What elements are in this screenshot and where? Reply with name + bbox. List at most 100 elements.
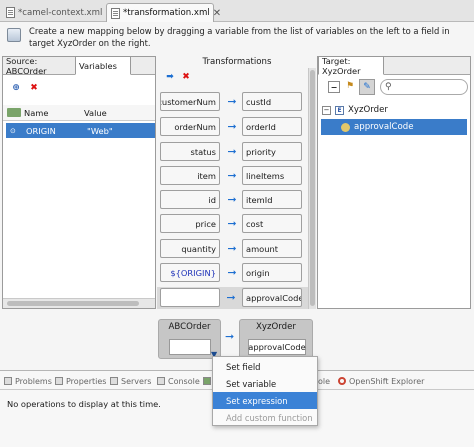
arrow-right-icon: ➞ xyxy=(227,95,237,108)
tab-variables[interactable]: Variables xyxy=(75,56,131,75)
target-tab-row: Target: XyzOrder xyxy=(318,56,470,76)
mapping-source-field[interactable]: status xyxy=(160,142,220,161)
horizontal-scrollbar[interactable] xyxy=(3,298,155,308)
mapping-source-field[interactable]: id xyxy=(160,190,220,209)
properties-icon xyxy=(55,377,63,385)
table-row[interactable]: ⊙ ORIGIN "Web" xyxy=(6,123,155,138)
mapping-target-field[interactable]: custId xyxy=(242,92,302,111)
arrow-right-icon: ➞ xyxy=(227,145,237,158)
editor-tab-camel-context[interactable]: *camel-context.xml xyxy=(2,3,105,22)
close-icon[interactable]: ✕ xyxy=(213,8,221,19)
search-icon: ⚲ xyxy=(385,82,392,92)
filter-icon[interactable]: ⚑ xyxy=(345,81,355,91)
mapping-row[interactable]: status ➞ priority xyxy=(158,142,308,162)
mapping-target-field[interactable]: orderId xyxy=(242,117,302,136)
search-input[interactable]: ⚲ xyxy=(380,79,468,95)
view-tab-problems[interactable]: Problems xyxy=(4,374,52,388)
view-tab-console-2[interactable]: ole xyxy=(318,374,330,388)
xml-file-icon xyxy=(6,7,15,18)
transformation-editor: Create a new mapping below by dragging a… xyxy=(0,22,474,314)
mapping-source-variable[interactable]: ${ORIGIN} xyxy=(160,263,220,282)
menu-item-set-variable[interactable]: Set variable xyxy=(213,375,317,392)
mapping-target-field[interactable]: origin xyxy=(242,263,302,282)
variable-column-icon xyxy=(7,108,21,117)
view-tab-servers[interactable]: Servers xyxy=(110,374,151,388)
mapping-source-field[interactable]: price xyxy=(160,214,220,233)
mapping-source-field[interactable] xyxy=(160,288,220,307)
view-tab-label: OpenShift Explorer xyxy=(349,376,425,386)
mapping-target-field[interactable]: approvalCode xyxy=(242,288,302,307)
mapping-target-field[interactable]: cost xyxy=(242,214,302,233)
view-tab-openshift-explorer[interactable]: OpenShift Explorer xyxy=(338,374,424,388)
mapping-source-field[interactable]: item xyxy=(160,166,220,185)
editor-tab-bar: *camel-context.xml *transformation.xml ✕ xyxy=(0,0,474,22)
menu-item-add-custom-function: Add custom function xyxy=(226,412,313,423)
mapping-source-field[interactable]: quantity xyxy=(160,239,220,258)
mapping-row[interactable]: customerNum ➞ custId xyxy=(158,92,308,112)
arrow-right-icon: ➞ xyxy=(227,217,237,230)
tree-item-xyzorder[interactable]: − E XyzOrder xyxy=(322,103,388,117)
tab-target-xyzorder[interactable]: Target: XyzOrder xyxy=(318,56,384,76)
xml-file-icon xyxy=(111,7,120,19)
problems-icon xyxy=(4,377,12,385)
mapping-row[interactable]: id ➞ itemId xyxy=(158,190,308,210)
tree-item-label: approvalCode xyxy=(354,122,414,132)
operations-message: No operations to display at this time. xyxy=(7,399,161,409)
view-tab-label: Problems xyxy=(15,376,52,386)
collapse-toggle-icon[interactable]: − xyxy=(322,105,331,115)
editor-tab-label: *camel-context.xml xyxy=(18,7,103,18)
mapping-row-selected[interactable]: ➞ approvalCode xyxy=(157,287,309,309)
mapping-row[interactable]: item ➞ lineItems xyxy=(158,166,308,186)
target-panel: Target: XyzOrder − ⚑ ✎ ⚲ − E XyzOrder ap… xyxy=(317,56,471,309)
editor-tab-transformation[interactable]: *transformation.xml ✕ xyxy=(106,3,221,22)
field-icon xyxy=(341,122,350,132)
view-tab-properties[interactable]: Properties xyxy=(55,374,106,388)
collapse-all-icon[interactable]: − xyxy=(328,81,340,93)
transformations-title: Transformations xyxy=(202,57,272,67)
source-detail-title: ABCOrder xyxy=(168,322,211,332)
mapping-target-field[interactable]: amount xyxy=(242,239,302,258)
mapping-row[interactable]: orderNum ➞ orderId xyxy=(158,117,308,137)
mapping-source-field[interactable]: orderNum xyxy=(160,117,220,136)
mapping-target-field[interactable]: itemId xyxy=(242,190,302,209)
arrow-right-icon: ➞ xyxy=(227,120,237,133)
view-tab-label: Servers xyxy=(121,376,152,386)
delete-icon[interactable]: ✖ xyxy=(181,72,191,82)
source-detail-field[interactable] xyxy=(169,339,211,355)
menu-item-set-expression[interactable]: Set expression xyxy=(213,392,317,409)
mapping-row[interactable]: price ➞ cost xyxy=(158,214,308,234)
mapping-target-field[interactable]: priority xyxy=(242,142,302,161)
variables-table-header: Name Value xyxy=(3,105,155,121)
add-variable-icon[interactable]: ⊕ xyxy=(11,83,21,93)
view-tab-operations[interactable] xyxy=(203,374,211,388)
mapping-target-field[interactable]: lineItems xyxy=(242,166,302,185)
instruction-text: Create a new mapping below by dragging a… xyxy=(29,26,450,48)
show-mapped-icon[interactable]: ✎ xyxy=(359,79,375,95)
mapping-icon xyxy=(7,28,21,42)
view-tab-console[interactable]: Console xyxy=(157,374,200,388)
arrow-right-icon: ➞ xyxy=(227,242,237,255)
tree-item-approvalcode[interactable]: approvalCode xyxy=(321,119,467,135)
variable-name: ORIGIN xyxy=(26,125,56,136)
target-detail-box: XyzOrder approvalCode xyxy=(239,319,313,359)
arrow-right-icon: ➞ xyxy=(226,291,236,304)
target-detail-field[interactable]: approvalCode xyxy=(248,339,306,355)
mapping-source-field[interactable]: customerNum xyxy=(160,92,220,111)
operations-icon xyxy=(203,377,211,385)
source-detail-box: ABCOrder ▼ xyxy=(158,319,221,359)
column-name[interactable]: Name xyxy=(24,108,84,118)
tab-source-abcorder[interactable]: Source: ABCOrder xyxy=(3,56,75,76)
transformations-panel: Transformations ➡ ✖ customerNum ➞ custId… xyxy=(157,56,316,309)
variable-icon: ⊙ xyxy=(10,126,16,135)
column-value[interactable]: Value xyxy=(84,108,107,118)
servers-icon xyxy=(110,377,118,385)
menu-item-set-field[interactable]: Set field xyxy=(213,358,317,375)
mapping-row[interactable]: quantity ➞ amount xyxy=(158,239,308,259)
view-tab-label: Properties xyxy=(66,376,107,386)
scrollbar-thumb[interactable] xyxy=(7,301,139,306)
scrollbar-thumb[interactable] xyxy=(310,70,315,306)
delete-icon[interactable]: ✖ xyxy=(29,83,39,93)
vertical-scrollbar[interactable] xyxy=(308,68,316,309)
mapping-row[interactable]: ${ORIGIN} ➞ origin xyxy=(158,263,308,283)
add-mapping-icon[interactable]: ➡ xyxy=(165,72,175,82)
